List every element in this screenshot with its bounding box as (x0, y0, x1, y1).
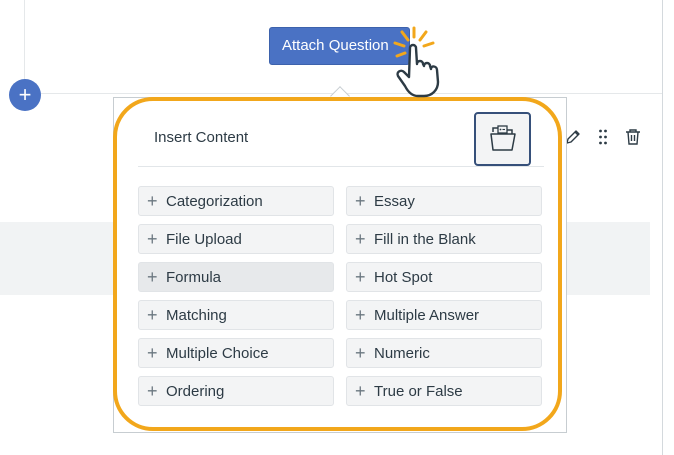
option-multiple-choice[interactable]: + Multiple Choice (138, 338, 334, 368)
plus-icon: + (355, 267, 366, 287)
plus-icon: + (147, 305, 158, 325)
option-label: Essay (374, 192, 415, 210)
drag-handle-icon[interactable] (592, 126, 614, 148)
option-label: Matching (166, 306, 227, 324)
option-label: Ordering (166, 382, 225, 400)
option-multiple-answer[interactable]: + Multiple Answer (346, 300, 542, 330)
add-content-button[interactable]: + (9, 79, 41, 111)
option-hot-spot[interactable]: + Hot Spot (346, 262, 542, 292)
plus-icon: + (355, 229, 366, 249)
option-formula[interactable]: + Formula (138, 262, 334, 292)
option-label: Multiple Choice (166, 344, 269, 362)
plus-icon: + (147, 229, 158, 249)
plus-icon: + (355, 381, 366, 401)
option-matching[interactable]: + Matching (138, 300, 334, 330)
option-label: File Upload (166, 230, 242, 248)
plus-icon: + (147, 191, 158, 211)
insert-content-popup: Insert Content + Categorization + File U… (113, 97, 567, 433)
option-fill-in-the-blank[interactable]: + Fill in the Blank (346, 224, 542, 254)
option-label: Formula (166, 268, 222, 286)
option-label: Numeric (374, 344, 430, 362)
hand-pointer-icon (393, 26, 440, 98)
plus-icon: + (355, 191, 366, 211)
popup-title: Insert Content (154, 129, 249, 146)
editor-canvas: Attach Question + Insert Content + Categ… (0, 0, 674, 455)
plus-icon: + (18, 82, 32, 107)
option-categorization[interactable]: + Categorization (138, 186, 334, 216)
item-toolbar (562, 126, 652, 148)
option-label: True or False (374, 382, 463, 400)
option-label: Fill in the Blank (374, 230, 476, 248)
plus-icon: + (147, 267, 158, 287)
right-border (662, 0, 663, 455)
option-label: Hot Spot (374, 268, 433, 286)
trash-icon[interactable] (622, 126, 644, 148)
option-label: Categorization (166, 192, 263, 210)
plus-icon: + (147, 343, 158, 363)
option-numeric[interactable]: + Numeric (346, 338, 542, 368)
plus-icon: + (355, 343, 366, 363)
plus-icon: + (147, 381, 158, 401)
option-label: Multiple Answer (374, 306, 480, 324)
popup-divider (138, 166, 544, 167)
question-bank-button[interactable] (474, 112, 531, 166)
option-essay[interactable]: + Essay (346, 186, 542, 216)
option-ordering[interactable]: + Ordering (138, 376, 334, 406)
option-true-or-false[interactable]: + True or False (346, 376, 542, 406)
plus-icon: + (355, 305, 366, 325)
option-file-upload[interactable]: + File Upload (138, 224, 334, 254)
folder-open-icon (489, 125, 516, 151)
